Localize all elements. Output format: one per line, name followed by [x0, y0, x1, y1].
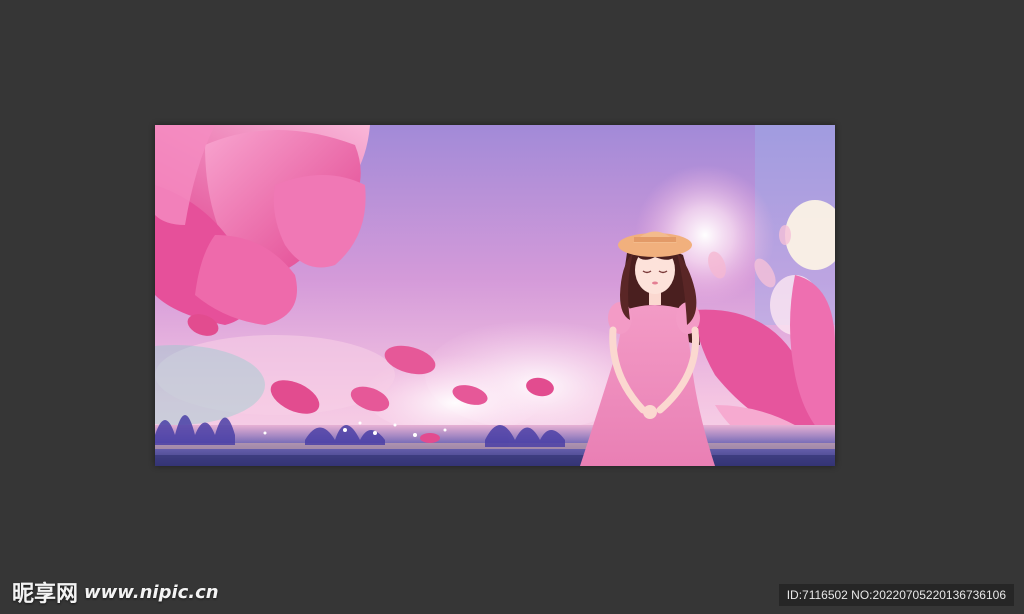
illustration [155, 125, 835, 466]
image-id-label: ID:7116502 NO:20220705220136736106 [778, 584, 1014, 606]
artwork-image [155, 125, 835, 466]
watermark-site: www.nipic.cn [84, 581, 219, 603]
site-watermark: 昵享网 www.nipic.cn [12, 576, 219, 608]
watermark-brand: 昵享网 [12, 582, 79, 607]
canvas-background [0, 0, 1024, 614]
